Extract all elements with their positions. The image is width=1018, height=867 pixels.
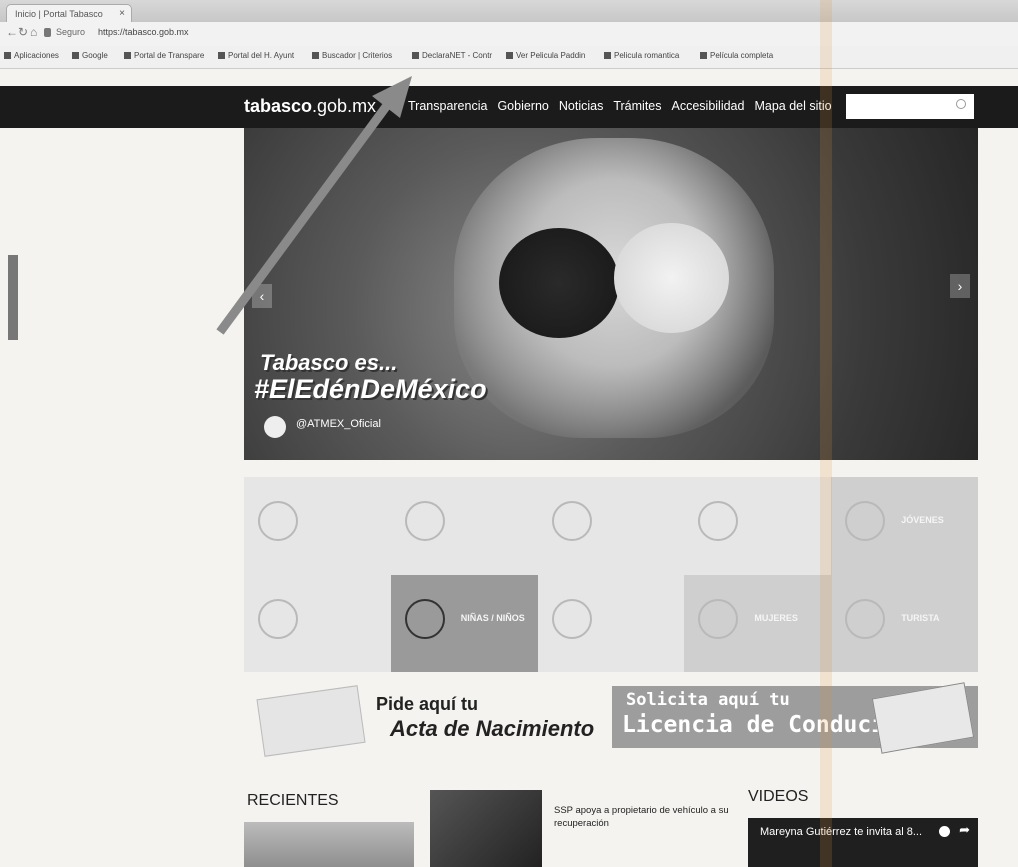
back-icon[interactable]: ← (6, 25, 18, 39)
bookmark-icon (218, 52, 225, 60)
scan-artifact (820, 0, 832, 867)
hero-title-line1: Tabasco es... (260, 350, 398, 375)
license-icon (871, 682, 975, 754)
tile-6[interactable] (244, 574, 391, 672)
bookmark-icon (506, 52, 513, 60)
google-icon (72, 52, 79, 60)
callout-arrow-icon (216, 76, 412, 335)
hero-title-line2: #ElEdénDeMéxico (254, 374, 487, 404)
certificate-icon (256, 685, 366, 757)
birth-banner-line1: Pide aquí tu (376, 694, 479, 714)
home-icon[interactable]: ⌂ (30, 25, 37, 39)
site-header: tabasco.gob.mx Transparencia Gobierno No… (0, 86, 1018, 128)
search-input[interactable] (846, 94, 974, 119)
tile-1[interactable] (244, 477, 391, 575)
bookmark-item[interactable]: Aplicaciones (4, 51, 59, 60)
main-nav: Transparencia Gobierno Noticias Trámites… (408, 99, 832, 113)
food-icon (698, 501, 739, 541)
carousel-next-button[interactable]: › (950, 274, 970, 298)
lock-icon (44, 28, 51, 37)
glasses-icon (551, 501, 592, 541)
apps-icon (4, 52, 11, 60)
scan-mark (8, 255, 18, 340)
tile-2[interactable] (390, 477, 538, 575)
brand-badge-icon (264, 416, 286, 438)
bookmark-item[interactable]: Buscador | Criterios (312, 51, 392, 60)
recent-heading: RECIENTES (247, 792, 339, 809)
videos-heading: VIDEOS (748, 788, 809, 805)
bookmark-item[interactable]: DeclaraNET - Contr (412, 51, 492, 60)
dark-beans-image (499, 228, 619, 338)
birth-certificate-banner[interactable]: Pide aquí tu Acta de Nacimiento (244, 685, 600, 757)
video-title: Mareyna Gutiérrez te invita al 8... (760, 826, 923, 838)
drivers-license-banner[interactable]: Solicita aquí tu Licencia de Conducir (612, 682, 978, 754)
audience-tiles: JÓVENES NIÑAS / NIÑOS MUJERES TURISTA (244, 477, 978, 672)
bookmark-item[interactable]: Google (72, 51, 108, 60)
nav-tramites[interactable]: Trámites (613, 99, 661, 113)
bookmark-icon (604, 52, 611, 60)
share-icon[interactable]: ➦ (959, 822, 970, 838)
elderly-icon (404, 501, 445, 541)
bookmark-icon (124, 52, 131, 60)
bookmark-icon (700, 52, 707, 60)
headphones-icon (845, 501, 886, 541)
umbrella-icon (845, 598, 886, 639)
hero-handle: @ATMEX_Oficial (296, 418, 381, 430)
tab-title: Inicio | Portal Tabasco (15, 9, 103, 19)
tile-turista[interactable]: TURISTA (831, 574, 978, 672)
bookmark-item[interactable]: Película completa (700, 51, 773, 60)
tile-jovenes[interactable]: JÓVENES (831, 477, 978, 575)
person-icon (258, 598, 298, 639)
earrings-icon (698, 598, 739, 639)
search-icon[interactable] (956, 99, 966, 109)
worker-icon (551, 598, 592, 639)
license-banner-line2: Licencia de Conducir (622, 712, 899, 738)
browser-tab[interactable]: Inicio | Portal Tabasco × (6, 4, 132, 22)
nav-noticias[interactable]: Noticias (559, 99, 603, 113)
tile-ninas-ninos[interactable]: NIÑAS / NIÑOS (390, 574, 538, 672)
clock-icon[interactable] (939, 826, 950, 837)
tile-3[interactable] (537, 477, 685, 575)
bookmark-item[interactable]: Ver Pelicula Paddin (506, 51, 585, 60)
bookmark-item[interactable]: Portal de Transpare (124, 51, 204, 60)
video-player[interactable]: Mareyna Gutiérrez te invita al 8... ➦ (748, 818, 978, 867)
light-beans-image (614, 223, 729, 333)
address-bar: ← ↻ ⌂ Seguro https://tabasco.gob.mx (0, 22, 1018, 47)
tile-8[interactable] (537, 574, 685, 672)
ball-icon (404, 598, 445, 639)
tile-mujeres[interactable]: MUJERES (684, 574, 832, 672)
license-banner-line1: Solicita aquí tu (626, 690, 790, 710)
news-thumbnail[interactable] (244, 822, 414, 867)
secure-label: Seguro (56, 27, 86, 37)
news-title[interactable]: SSP apoya a propietario de vehículo a su… (554, 804, 734, 830)
bookmark-icon (312, 52, 319, 60)
bookmark-item[interactable]: Portal del H. Ayunt (218, 51, 294, 60)
nav-accesibilidad[interactable]: Accesibilidad (672, 99, 745, 113)
bookmark-item[interactable]: Pelicula romantica (604, 51, 679, 60)
news-thumbnail[interactable] (430, 790, 542, 867)
people-icon (258, 501, 298, 541)
birth-banner-line2: Acta de Nacimiento (390, 716, 595, 741)
tile-4[interactable] (684, 477, 832, 575)
nav-gobierno[interactable]: Gobierno (497, 99, 548, 113)
url-field[interactable]: https://tabasco.gob.mx (98, 27, 189, 37)
bookmarks-bar: Aplicaciones Google Portal de Transpare … (0, 46, 1018, 69)
reload-icon[interactable]: ↻ (18, 25, 28, 39)
close-icon[interactable]: × (119, 5, 125, 23)
browser-tab-bar: Inicio | Portal Tabasco × (0, 0, 1018, 22)
bookmark-icon (412, 52, 419, 60)
